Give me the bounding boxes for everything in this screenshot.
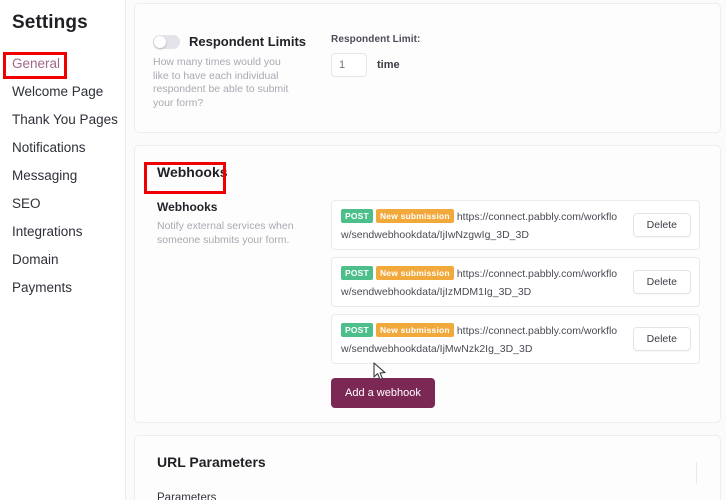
sidebar-item-seo[interactable]: SEO (0, 190, 125, 218)
toggle-knob-icon (154, 35, 166, 48)
webhooks-section-title: Webhooks (157, 164, 228, 180)
parameters-field-divider (696, 462, 697, 484)
webhook-url-wrap: POST New submission https://connect.pabbly… (341, 321, 633, 357)
respondent-limits-left: Respondent Limits How many times would y… (153, 34, 323, 110)
respondent-limits-label: Respondent Limits (189, 34, 307, 49)
webhooks-card: Webhooks Webhooks Notify external servic… (134, 145, 721, 423)
respondent-limit-unit: time (377, 59, 400, 71)
webhooks-subsection-title: Webhooks (157, 200, 218, 214)
event-badge: New submission (375, 266, 454, 280)
sidebar-item-messaging[interactable]: Messaging (0, 162, 125, 190)
method-badge: POST (341, 209, 373, 223)
table-row: POST New submission https://connect.pabbly… (331, 257, 700, 307)
delete-webhook-button[interactable]: Delete (632, 213, 691, 237)
table-row: POST New submission https://connect.pabbly… (331, 314, 700, 364)
webhooks-list: POST New submission https://connect.pabbly… (331, 200, 702, 408)
sidebar-item-integrations[interactable]: Integrations (0, 218, 125, 246)
delete-webhook-button[interactable]: Delete (632, 327, 691, 351)
method-badge: POST (341, 323, 373, 337)
url-parameters-section-title: URL Parameters (157, 454, 266, 470)
settings-main-panel: Respondent Limits How many times would y… (126, 0, 726, 500)
respondent-limits-header: Respondent Limits (153, 34, 313, 49)
event-badge: New submission (375, 323, 454, 337)
sidebar-item-notifications[interactable]: Notifications (0, 134, 125, 162)
respondent-limits-row: Respondent Limits How many times would y… (153, 34, 702, 110)
webhooks-left: Webhooks Notify external services when s… (153, 200, 331, 247)
respondent-limit-field-label: Respondent Limit: (331, 34, 421, 45)
webhooks-description: Notify external services when someone su… (157, 220, 294, 246)
respondent-limits-toggle[interactable] (153, 34, 180, 49)
settings-page: Settings General Welcome Page Thank You … (0, 0, 726, 500)
parameters-row: Parameters (153, 492, 702, 500)
sidebar-item-thank-you-pages[interactable]: Thank You Pages (0, 106, 125, 134)
add-webhook-button[interactable]: Add a webhook (331, 378, 435, 408)
url-parameters-card: URL Parameters Parameters (134, 435, 721, 500)
sidebar-nav: General Welcome Page Thank You Pages Not… (0, 50, 125, 302)
settings-sidebar: Settings General Welcome Page Thank You … (0, 0, 126, 500)
method-badge: POST (341, 266, 373, 280)
sidebar-item-general[interactable]: General (0, 50, 125, 78)
webhooks-body: Webhooks Notify external services when s… (153, 200, 702, 408)
respondent-limit-input-row: time (331, 53, 420, 77)
event-badge: New submission (375, 209, 454, 223)
page-title: Settings (12, 12, 88, 33)
table-row: POST New submission https://connect.pabbly… (331, 200, 700, 250)
respondent-limits-card: Respondent Limits How many times would y… (134, 3, 721, 133)
respondent-limits-description: How many times would you like to have ea… (153, 56, 289, 109)
respondent-limit-field-group: Respondent Limit: time (323, 34, 420, 77)
respondent-limit-input[interactable] (331, 53, 367, 77)
sidebar-item-welcome-page[interactable]: Welcome Page (0, 78, 125, 106)
webhook-url-wrap: POST New submission https://connect.pabbly… (341, 207, 633, 243)
sidebar-item-domain[interactable]: Domain (0, 246, 125, 274)
parameters-label: Parameters (157, 492, 217, 500)
sidebar-item-payments[interactable]: Payments (0, 274, 125, 302)
webhook-url-wrap: POST New submission https://connect.pabbly… (341, 264, 633, 300)
delete-webhook-button[interactable]: Delete (632, 270, 691, 294)
